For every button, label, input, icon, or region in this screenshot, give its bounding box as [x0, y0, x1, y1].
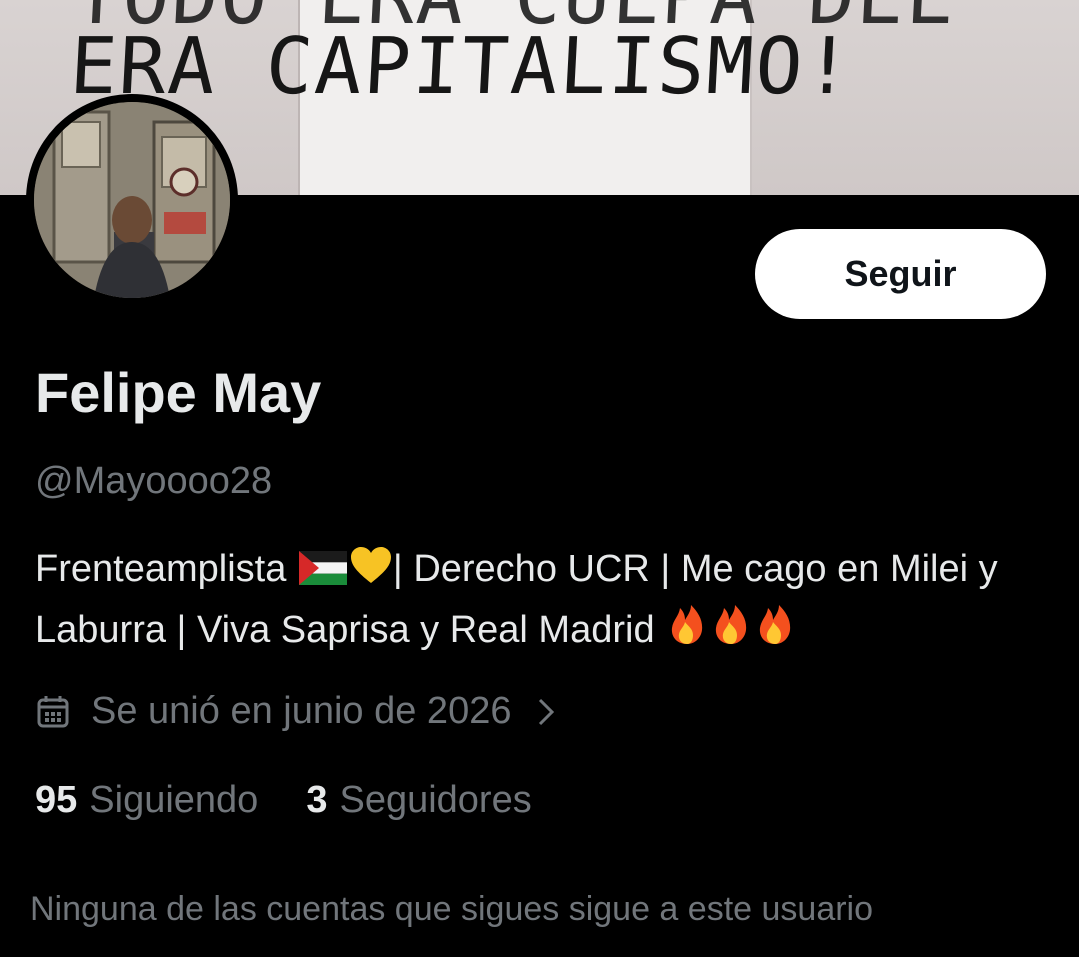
- followers-link[interactable]: 3 Seguidores: [306, 779, 531, 822]
- banner-graffiti-text: TODO ERA CULPA DEL ERA CAPITALISMO!: [68, 0, 958, 112]
- bio-text-start: Frenteamplista: [35, 548, 297, 590]
- avatar[interactable]: [34, 102, 230, 298]
- avatar-illustration: [34, 102, 230, 298]
- profile-stats: 95 Siguiendo 3 Seguidores: [35, 779, 532, 822]
- fire-icon: [753, 602, 797, 663]
- calendar-icon: [35, 694, 71, 730]
- follow-button[interactable]: Seguir: [755, 229, 1046, 319]
- chevron-right-icon: [535, 694, 557, 730]
- profile-bio: Frenteamplista | Derecho UCR | Me cago e…: [35, 541, 1045, 663]
- joined-date: Se unió en junio de 2026: [91, 690, 512, 732]
- followers-label: Seguidores: [339, 779, 532, 821]
- user-handle: @Mayoooo28: [35, 460, 273, 502]
- following-label: Siguiendo: [89, 779, 259, 821]
- joined-date-row[interactable]: Se unió en junio de 2026: [35, 690, 557, 733]
- followers-count: 3: [306, 779, 328, 821]
- banner-graffiti-top: TODO ERA CULPA DEL: [71, 0, 957, 42]
- fire-icon: [665, 602, 709, 663]
- display-name: Felipe May: [35, 361, 322, 424]
- following-link[interactable]: 95 Siguiendo: [35, 779, 258, 822]
- fire-icon: [709, 602, 753, 663]
- palestine-flag-icon: [298, 545, 347, 602]
- yellow-heart-icon: [349, 545, 393, 602]
- mutual-followers-note: Ninguna de las cuentas que sigues sigue …: [30, 890, 874, 928]
- following-count: 95: [35, 779, 78, 821]
